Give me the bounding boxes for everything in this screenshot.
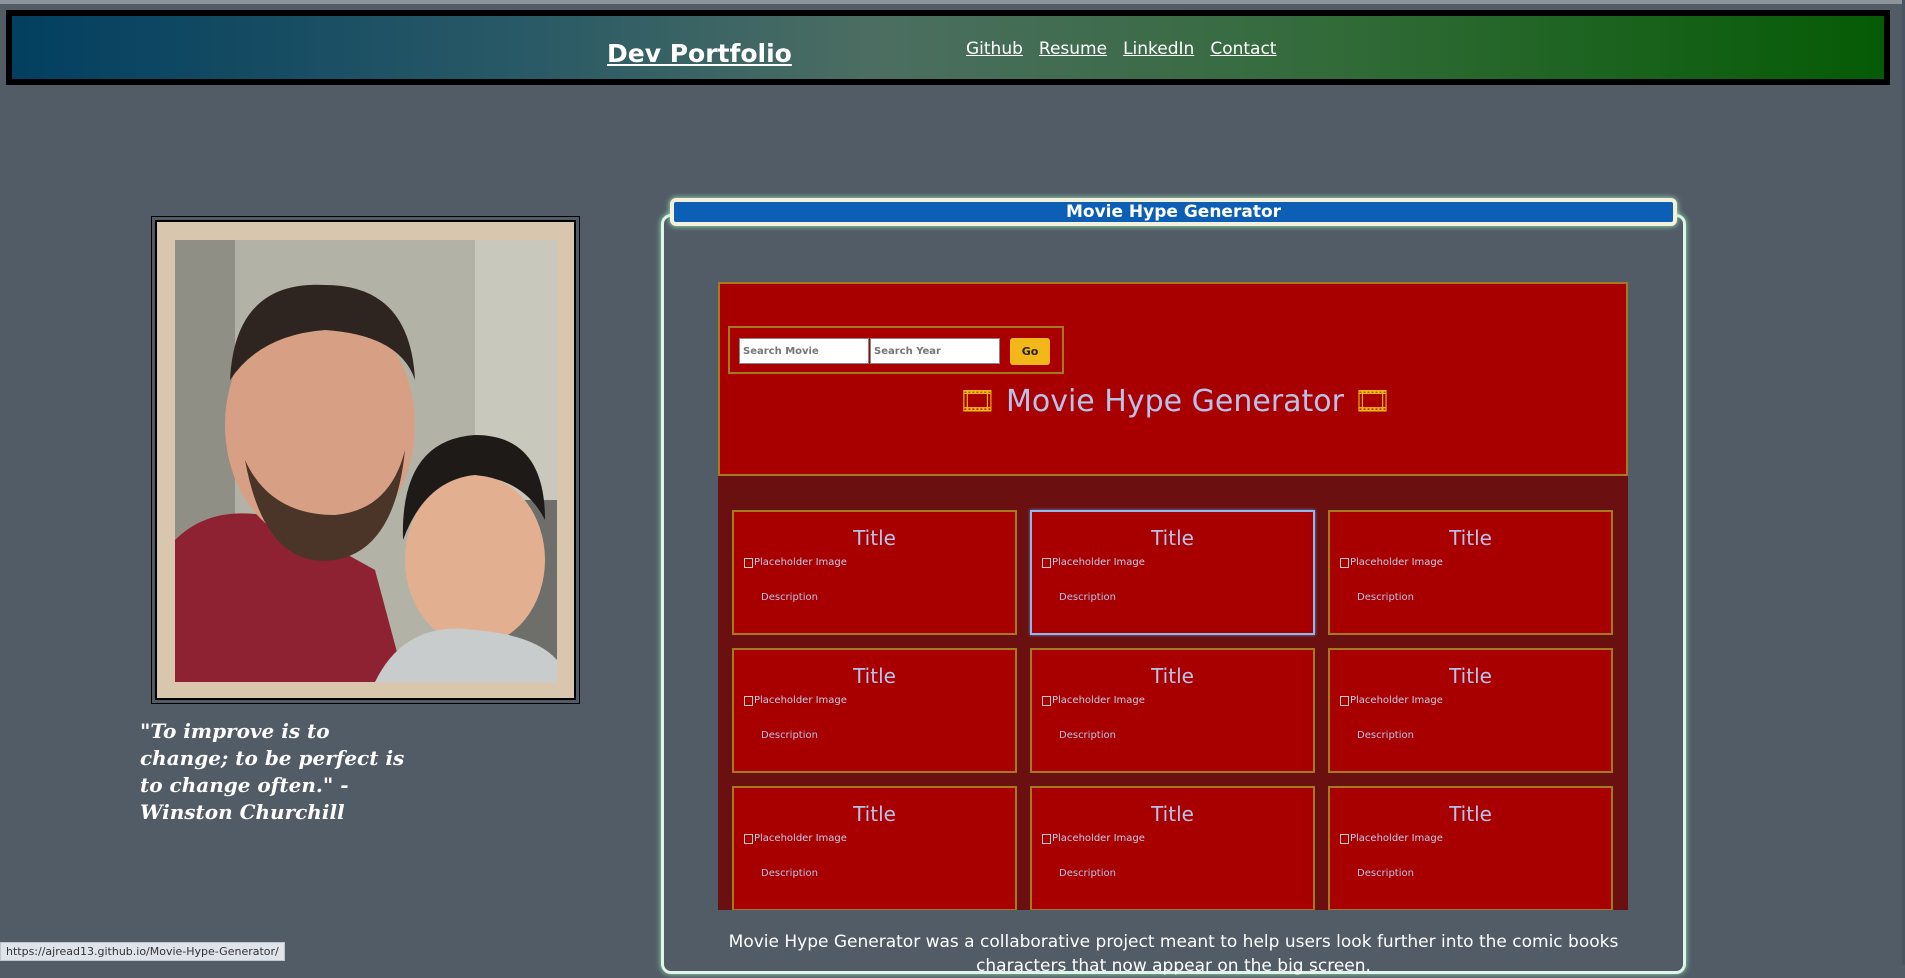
project-description: Movie Hype Generator was a collaborative… <box>728 932 1619 976</box>
film-icon: 🎞 <box>958 384 997 419</box>
search-year-input[interactable] <box>870 338 1000 364</box>
go-button[interactable]: Go <box>1010 338 1050 365</box>
movie-card-description: Description <box>1357 868 1414 879</box>
brand-link[interactable]: Dev Portfolio <box>607 39 792 68</box>
app-title: 🎞 Movie Hype Generator 🎞 <box>720 384 1628 419</box>
nav-github-link[interactable]: Github <box>966 39 1023 59</box>
broken-image-icon <box>1042 695 1051 706</box>
search-form: Go <box>728 326 1064 374</box>
profile-photo <box>175 240 557 682</box>
movie-card-title: Title <box>1151 802 1194 826</box>
movie-card-image: Placeholder Image <box>1340 833 1443 844</box>
movie-card-image: Placeholder Image <box>1042 833 1145 844</box>
site-header: Dev Portfolio Github Resume LinkedIn Con… <box>6 10 1890 85</box>
status-bar-url: https://ajread13.github.io/Movie-Hype-Ge… <box>0 942 285 961</box>
movie-grid: Title Placeholder Image Description Titl… <box>732 510 1613 910</box>
profile-quote: "To improve is to change; to be perfect … <box>140 719 405 824</box>
movie-card-image-alt: Placeholder Image <box>754 557 847 568</box>
broken-image-icon <box>1340 833 1349 844</box>
broken-image-icon <box>1340 557 1349 568</box>
movie-card[interactable]: Title Placeholder Image Description <box>1328 510 1613 635</box>
movie-card-image: Placeholder Image <box>744 695 847 706</box>
movie-card-title: Title <box>853 802 896 826</box>
main-nav: Github Resume LinkedIn Contact <box>966 39 1276 59</box>
movie-card-image: Placeholder Image <box>744 833 847 844</box>
search-movie-input[interactable] <box>739 338 869 364</box>
movie-card-description: Description <box>1357 592 1414 603</box>
nav-linkedin-link[interactable]: LinkedIn <box>1123 39 1194 59</box>
movie-card[interactable]: Title Placeholder Image Description <box>1030 510 1315 635</box>
movie-card-image-alt: Placeholder Image <box>1052 557 1145 568</box>
movie-card-image-alt: Placeholder Image <box>1350 557 1443 568</box>
movie-card-title: Title <box>853 526 896 550</box>
project-preview[interactable]: Go 🎞 Movie Hype Generator 🎞 Title Placeh… <box>718 282 1628 910</box>
movie-card-title: Title <box>1449 526 1492 550</box>
movie-card-title: Title <box>1151 664 1194 688</box>
broken-image-icon <box>1042 557 1051 568</box>
movie-card-description: Description <box>1059 592 1116 603</box>
movie-card-description: Description <box>1357 730 1414 741</box>
movie-card[interactable]: Title Placeholder Image Description <box>732 510 1017 635</box>
project-card-title: Movie Hype Generator <box>670 198 1677 226</box>
profile-photo-frame <box>151 216 580 704</box>
movie-card[interactable]: Title Placeholder Image Description <box>732 786 1017 910</box>
broken-image-icon <box>744 557 753 568</box>
movie-card-title: Title <box>1449 664 1492 688</box>
movie-card-image: Placeholder Image <box>744 557 847 568</box>
movie-card-image-alt: Placeholder Image <box>1052 833 1145 844</box>
movie-card-image-alt: Placeholder Image <box>754 833 847 844</box>
broken-image-icon <box>1340 695 1349 706</box>
movie-card-description: Description <box>761 592 818 603</box>
movie-card-title: Title <box>1449 802 1492 826</box>
movie-card-image-alt: Placeholder Image <box>1350 695 1443 706</box>
movie-card[interactable]: Title Placeholder Image Description <box>1030 648 1315 773</box>
movie-card-description: Description <box>1059 730 1116 741</box>
movie-card-image: Placeholder Image <box>1042 557 1145 568</box>
movie-card[interactable]: Title Placeholder Image Description <box>1328 648 1613 773</box>
movie-card-image: Placeholder Image <box>1042 695 1145 706</box>
movie-card-image: Placeholder Image <box>1340 557 1443 568</box>
broken-image-icon <box>744 695 753 706</box>
movie-card-image-alt: Placeholder Image <box>1350 833 1443 844</box>
film-icon: 🎞 <box>1353 384 1392 419</box>
movie-card-description: Description <box>1059 868 1116 879</box>
movie-card-image: Placeholder Image <box>1340 695 1443 706</box>
movie-card-image-alt: Placeholder Image <box>754 695 847 706</box>
app-header: Go 🎞 Movie Hype Generator 🎞 <box>718 282 1628 476</box>
movie-card-image-alt: Placeholder Image <box>1052 695 1145 706</box>
movie-card[interactable]: Title Placeholder Image Description <box>732 648 1017 773</box>
movie-card[interactable]: Title Placeholder Image Description <box>1030 786 1315 910</box>
movie-card-title: Title <box>1151 526 1194 550</box>
app-title-text: Movie Hype Generator <box>1005 384 1344 419</box>
broken-image-icon <box>744 833 753 844</box>
movie-card[interactable]: Title Placeholder Image Description <box>1328 786 1613 910</box>
nav-contact-link[interactable]: Contact <box>1210 39 1276 59</box>
movie-card-description: Description <box>761 730 818 741</box>
browser-top-edge <box>0 0 1905 4</box>
movie-card-description: Description <box>761 868 818 879</box>
broken-image-icon <box>1042 833 1051 844</box>
movie-card-title: Title <box>853 664 896 688</box>
nav-resume-link[interactable]: Resume <box>1039 39 1107 59</box>
